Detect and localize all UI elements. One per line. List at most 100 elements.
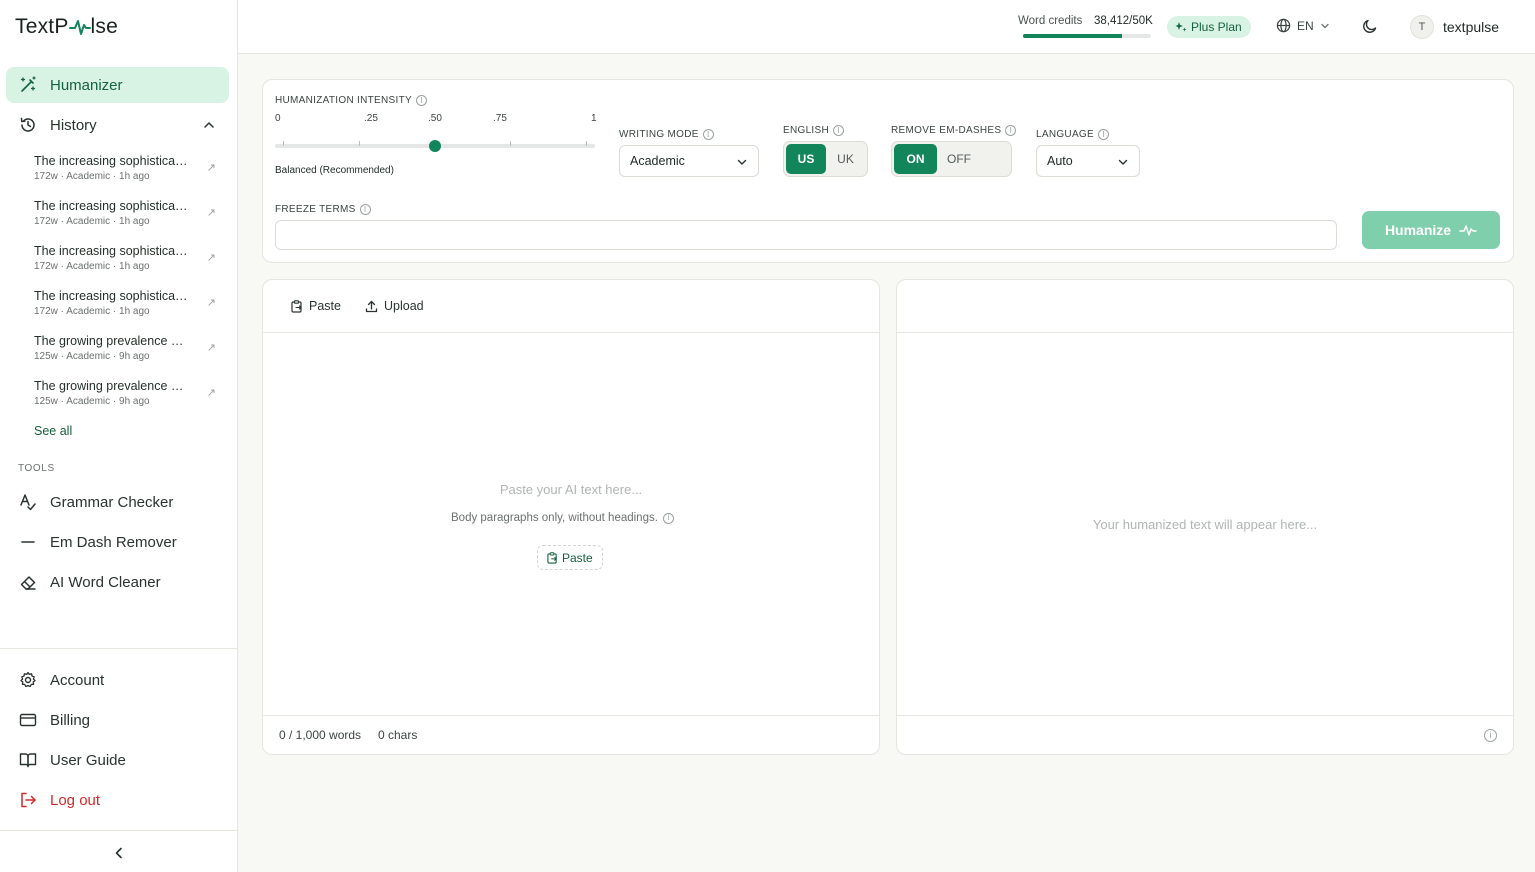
- history-item[interactable]: The increasing sophisticati… 172w · Acad…: [34, 289, 224, 317]
- gear-icon: [18, 670, 38, 690]
- app-logo[interactable]: TextP lse: [15, 15, 118, 39]
- arrow-up-right-icon: ↗: [206, 162, 216, 174]
- english-label-text: ENGLISH: [783, 125, 830, 136]
- paste-inline-label: Paste: [562, 550, 593, 565]
- info-icon[interactable]: i: [1097, 129, 1109, 140]
- history-item-title: The increasing sophisticati…: [34, 289, 190, 303]
- language-value: Auto: [1047, 154, 1073, 168]
- intensity-label: HUMANIZATION INTENSITY i: [275, 95, 427, 106]
- sidebar-item-ai-word-cleaner[interactable]: AI Word Cleaner: [6, 564, 229, 600]
- history-item[interactable]: The increasing sophisticati… 172w · Acad…: [34, 154, 224, 182]
- chevron-up-icon[interactable]: [203, 119, 215, 131]
- slider-tick: [283, 141, 284, 146]
- arrow-up-right-icon: ↗: [206, 252, 216, 264]
- sidebar-item-em-dash-remover[interactable]: Em Dash Remover: [6, 524, 229, 560]
- freeze-terms-input[interactable]: [275, 220, 1337, 250]
- user-menu[interactable]: T textpulse: [1410, 15, 1499, 39]
- em-dash-option-off[interactable]: OFF: [937, 144, 981, 174]
- sparkle-icon: [1175, 22, 1187, 32]
- paste-button[interactable]: Paste: [291, 299, 341, 313]
- sidebar-item-history[interactable]: History: [6, 107, 229, 143]
- slider-tick: [510, 141, 511, 146]
- chevron-left-icon: [115, 847, 122, 859]
- info-icon[interactable]: i: [702, 129, 714, 140]
- paste-button-label: Paste: [309, 299, 341, 313]
- tick-label: .50: [428, 113, 442, 124]
- em-dash-label: REMOVE EM-DASHES i: [891, 125, 1017, 136]
- collapse-sidebar-button[interactable]: [110, 845, 128, 861]
- history-item-meta: 172w · Academic · 1h ago: [34, 171, 150, 182]
- input-footer: 0 / 1,000 words 0 chars: [263, 715, 879, 754]
- sidebar-item-humanizer[interactable]: Humanizer: [6, 67, 229, 103]
- history-item-meta: 172w · Academic · 1h ago: [34, 216, 150, 227]
- spell-check-icon: [18, 492, 38, 512]
- writing-mode-value: Academic: [630, 154, 685, 168]
- upload-button-label: Upload: [384, 299, 424, 313]
- avatar: T: [1410, 15, 1434, 39]
- tick-label: 0: [275, 113, 281, 124]
- info-icon[interactable]: i: [1005, 125, 1017, 136]
- history-item-title: The increasing sophisticati…: [34, 199, 190, 213]
- history-item[interactable]: The growing prevalence of … 125w · Acade…: [34, 334, 224, 362]
- paste-inline-button[interactable]: Paste: [537, 545, 603, 570]
- sidebar-item-label: Billing: [50, 711, 91, 729]
- clipboard-icon: [291, 299, 302, 313]
- settings-card: HUMANIZATION INTENSITY i 0 .25 .50 .75 1…: [262, 79, 1514, 263]
- info-icon[interactable]: i: [359, 204, 371, 215]
- output-footer: i: [897, 715, 1513, 754]
- word-count: 0 / 1,000 words: [279, 728, 362, 742]
- language-selector[interactable]: EN: [1276, 18, 1330, 33]
- logout-icon: [18, 790, 38, 810]
- logo-text-prefix: TextP: [15, 15, 69, 38]
- word-credits-progress-fill: [1023, 34, 1122, 38]
- chevron-down-icon: [1321, 23, 1329, 28]
- history-item-title: The growing prevalence of …: [34, 379, 190, 393]
- sidebar-item-grammar-checker[interactable]: Grammar Checker: [6, 484, 229, 520]
- em-dash-option-on[interactable]: ON: [894, 144, 937, 174]
- input-placeholder[interactable]: Paste your AI text here...: [263, 482, 879, 497]
- sidebar-item-billing[interactable]: Billing: [6, 702, 229, 738]
- intensity-slider-thumb[interactable]: [428, 140, 441, 152]
- word-credits: Word credits 38,412/50K: [1018, 15, 1153, 38]
- theme-toggle-button[interactable]: [1362, 18, 1378, 39]
- word-credits-progress: [1023, 34, 1151, 38]
- language-select[interactable]: Auto: [1036, 145, 1140, 177]
- username: textpulse: [1443, 19, 1500, 35]
- upload-button[interactable]: Upload: [365, 299, 424, 313]
- info-icon[interactable]: i: [833, 125, 845, 136]
- sidebar-item-label: Humanizer: [50, 76, 123, 94]
- sidebar-item-label: AI Word Cleaner: [50, 573, 161, 591]
- info-icon[interactable]: i: [1484, 729, 1497, 742]
- plan-badge[interactable]: Plus Plan: [1167, 16, 1251, 38]
- clipboard-icon: [547, 551, 557, 564]
- sidebar-item-logout[interactable]: Log out: [6, 782, 229, 818]
- history-icon: [18, 115, 38, 135]
- writing-mode-label-text: WRITING MODE: [619, 129, 699, 140]
- humanize-button[interactable]: Humanize: [1362, 211, 1500, 249]
- english-option-us[interactable]: US: [786, 144, 826, 174]
- see-all-link[interactable]: See all: [34, 424, 72, 438]
- writing-mode-select[interactable]: Academic: [619, 145, 759, 177]
- history-item[interactable]: The increasing sophisticati… 172w · Acad…: [34, 199, 224, 227]
- sidebar-item-account[interactable]: Account: [6, 662, 229, 698]
- input-toolbar: Paste Upload: [263, 280, 879, 333]
- info-icon[interactable]: i: [415, 95, 427, 106]
- history-item-meta: 172w · Academic · 1h ago: [34, 306, 150, 317]
- info-icon[interactable]: i: [662, 512, 674, 524]
- sidebar-item-label: Account: [50, 671, 105, 689]
- chevron-down-icon: [1118, 159, 1128, 165]
- sidebar-item-user-guide[interactable]: User Guide: [6, 742, 229, 778]
- book-open-icon: [18, 750, 38, 770]
- history-item[interactable]: The increasing sophisticati… 172w · Acad…: [34, 244, 224, 272]
- pulse-icon: [1459, 225, 1477, 236]
- word-credits-value: 38,412/50K: [1094, 15, 1153, 27]
- history-item[interactable]: The growing prevalence of … 125w · Acade…: [34, 379, 224, 407]
- intensity-slider[interactable]: [275, 140, 595, 152]
- word-credits-label: Word credits: [1018, 15, 1083, 27]
- language-selector-value: EN: [1297, 18, 1314, 33]
- english-option-uk[interactable]: UK: [826, 144, 865, 174]
- logo-text-suffix: lse: [90, 15, 118, 38]
- globe-icon: [1276, 18, 1291, 33]
- moon-icon: [1363, 19, 1377, 33]
- input-panel: Paste Upload Paste your AI text here... …: [262, 279, 880, 755]
